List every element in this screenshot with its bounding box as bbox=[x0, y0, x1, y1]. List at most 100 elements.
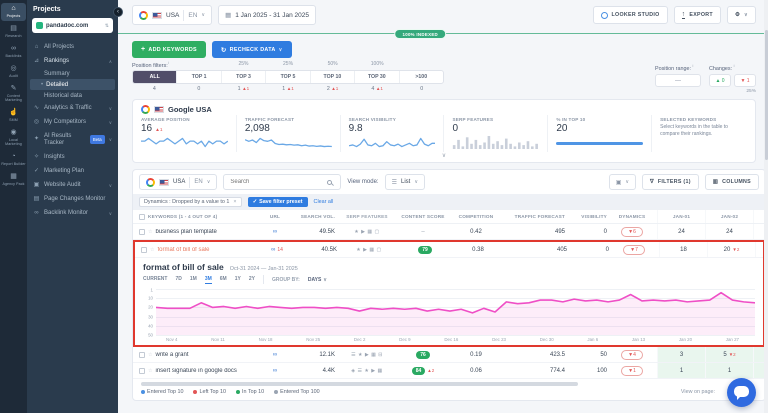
keyword-link[interactable]: insert signature in google docs bbox=[155, 368, 236, 374]
tab-7d[interactable]: 7D bbox=[175, 276, 181, 283]
dynamics-header[interactable]: DYNAMICS bbox=[607, 214, 657, 219]
url-link-icon[interactable]: ∞ bbox=[273, 352, 277, 358]
favorite-star-icon[interactable]: ☆ bbox=[148, 229, 152, 235]
tab-1m[interactable]: 1M bbox=[190, 276, 197, 283]
settings-button[interactable]: ⚙ ∨ bbox=[727, 6, 756, 24]
sidebar-item-summary[interactable]: Summary bbox=[27, 68, 118, 79]
add-keywords-button[interactable]: + ADD KEYWORDS bbox=[132, 41, 206, 58]
page-scrollbar[interactable] bbox=[764, 0, 768, 413]
filter-tab-top5[interactable]: TOP 5 bbox=[266, 71, 310, 83]
tab-2y[interactable]: 2Y bbox=[249, 276, 255, 283]
filter-tab-top3[interactable]: TOP 3 bbox=[222, 71, 266, 83]
dynamics-badge[interactable]: ▼7 bbox=[623, 245, 645, 255]
date-range-picker[interactable]: ▦ 1 Jan 2025 - 31 Jan 2025 bbox=[218, 5, 316, 25]
keyword-link[interactable]: format of bill of sale bbox=[157, 247, 209, 253]
visibility-header[interactable]: VISIBILITY bbox=[565, 214, 607, 219]
keywords-header[interactable]: KEYWORDS (1 - 4 OUT OF 4) bbox=[148, 214, 217, 219]
view-mode-selector[interactable]: ☰ List ∨ bbox=[385, 174, 425, 190]
rail-item-research[interactable]: ▤Research bbox=[1, 23, 26, 41]
traffic-forecast-header[interactable]: TRAFFIC FORECAST bbox=[505, 214, 565, 219]
url-link-icon[interactable]: ∞ bbox=[273, 229, 277, 235]
filters-button[interactable]: ∇ FILTERS (1) bbox=[642, 174, 699, 190]
keyword-link[interactable]: write a grant bbox=[155, 352, 188, 358]
recheck-data-button[interactable]: ↻ RECHECK DATA ∨ bbox=[212, 41, 292, 58]
save-filter-preset-button[interactable]: ✓ Save filter preset bbox=[248, 197, 308, 207]
keyword-link[interactable]: business plan template bbox=[155, 229, 216, 235]
sidebar-item-historical-data[interactable]: Historical data bbox=[27, 90, 118, 101]
content-score-badge[interactable]: 79 bbox=[418, 246, 432, 254]
select-all-checkbox[interactable] bbox=[139, 214, 145, 220]
copy-table-button[interactable]: ▣ ∨ bbox=[609, 174, 636, 190]
dynamics-badge[interactable]: ▼1 bbox=[621, 366, 643, 376]
search-engine-selector[interactable]: USA EN ∨ bbox=[132, 5, 212, 25]
rail-item-projects[interactable]: ⌂Projects bbox=[1, 3, 26, 21]
url-link-icon[interactable]: ∞ bbox=[273, 368, 277, 374]
filter-tab-top30[interactable]: TOP 30 bbox=[355, 71, 399, 83]
rail-item-backlinks[interactable]: ∞Backlinks bbox=[1, 43, 26, 61]
filter-tab-all[interactable]: ALL bbox=[133, 71, 177, 83]
changes-up-filter[interactable]: ▲ 0 bbox=[709, 74, 731, 87]
serp-features-header[interactable]: SERP FEATURES bbox=[335, 214, 399, 219]
project-selector[interactable]: pandadoc.com ⇅ bbox=[32, 18, 113, 33]
favorite-star-icon[interactable]: ☆ bbox=[148, 368, 152, 374]
export-button[interactable]: ↑ EXPORT bbox=[674, 6, 721, 24]
row-checkbox[interactable] bbox=[139, 368, 145, 374]
sidebar-item-all-projects[interactable]: ⌂All Projects bbox=[27, 40, 118, 54]
changes-down-filter[interactable]: ▼ 1 bbox=[734, 74, 756, 87]
rail-item-report-builder[interactable]: ◔Report Builder bbox=[1, 151, 26, 169]
tab-6m[interactable]: 6M bbox=[220, 276, 227, 283]
looker-studio-button[interactable]: LOOKER STUDIO bbox=[593, 6, 668, 24]
page-scrollbar-thumb[interactable] bbox=[765, 30, 768, 160]
sidebar-item-marketing-plan[interactable]: ✓Marketing Plan bbox=[27, 164, 118, 178]
row-checkbox[interactable] bbox=[139, 229, 145, 235]
close-icon[interactable]: × bbox=[233, 199, 236, 205]
tab-3m[interactable]: 3M bbox=[205, 276, 212, 284]
clear-all-link[interactable]: Clear all bbox=[314, 199, 334, 205]
rail-item-content-marketing[interactable]: ✎Content Marketing bbox=[1, 83, 26, 105]
sidebar-item-insights[interactable]: ✧Insights bbox=[27, 150, 118, 164]
chat-bubble[interactable] bbox=[727, 378, 756, 407]
filter-tab-top1[interactable]: TOP 1 bbox=[177, 71, 221, 83]
sidebar-item-detailed[interactable]: •Detailed bbox=[30, 79, 115, 90]
day-header[interactable]: JAN-01 bbox=[657, 210, 705, 223]
sidebar-item-my-competitors[interactable]: ◎My Competitors∨ bbox=[27, 115, 118, 129]
day-header[interactable]: JAN-02 bbox=[705, 210, 753, 223]
content-score-badge[interactable]: 76 bbox=[416, 351, 430, 359]
url-header[interactable]: URL bbox=[257, 214, 293, 219]
sidebar-item-page-changes-monitor[interactable]: ▤Page Changes Monitor bbox=[27, 192, 118, 206]
row-checkbox[interactable] bbox=[139, 352, 145, 358]
row-checkbox[interactable] bbox=[141, 247, 147, 253]
tab-current[interactable]: CURRENT bbox=[143, 276, 167, 283]
dynamics-badge[interactable]: ▼6 bbox=[621, 227, 643, 237]
search-vol-header[interactable]: SEARCH VOL. bbox=[293, 214, 335, 219]
content-score-badge[interactable]: 84 bbox=[412, 367, 426, 375]
sidebar-item-rankings[interactable]: ⊿Rankings∧ bbox=[27, 54, 118, 68]
columns-button[interactable]: ▥ COLUMNS bbox=[705, 174, 759, 190]
project-logo bbox=[36, 22, 43, 29]
position-range-input[interactable]: — bbox=[655, 74, 701, 87]
sidebar-item-backlink-monitor[interactable]: ∞Backlink Monitor∨ bbox=[27, 206, 118, 220]
rail-item-local-marketing[interactable]: ◉Local Marketing bbox=[1, 127, 26, 149]
dynamics-filter-chip[interactable]: Dynamics : Dropped by a value to 1 × bbox=[139, 197, 242, 207]
sidebar-collapse-button[interactable]: ‹ bbox=[113, 7, 123, 17]
sidebar-item-website-audit[interactable]: ▣Website Audit∨ bbox=[27, 178, 118, 192]
overview-collapse-chevron[interactable]: ∨ bbox=[133, 153, 755, 162]
rail-item-smm[interactable]: ☝SMM bbox=[1, 107, 26, 125]
url-link-icon[interactable]: ∞ bbox=[271, 247, 275, 253]
rail-item-agency-pack[interactable]: ▦Agency Pack bbox=[1, 171, 26, 189]
table-engine-selector[interactable]: USA EN ∨ bbox=[139, 174, 217, 190]
competition-header[interactable]: COMPETITION bbox=[447, 214, 505, 219]
group-by-selector[interactable]: DAYS∨ bbox=[308, 277, 327, 283]
dynamics-badge[interactable]: ▼4 bbox=[621, 350, 643, 360]
sidebar-item-analytics-traffic[interactable]: ∿Analytics & Traffic∨ bbox=[27, 101, 118, 115]
filter-tab-top10[interactable]: TOP 10 bbox=[311, 71, 355, 83]
favorite-star-icon[interactable]: ☆ bbox=[150, 247, 154, 253]
scrollbar-thumb[interactable] bbox=[141, 382, 578, 386]
content-score-header[interactable]: CONTENT SCORE bbox=[399, 214, 447, 219]
tab-1y[interactable]: 1Y bbox=[235, 276, 241, 283]
sidebar-item-ai-results-tracker[interactable]: ✦AI Results TrackerBeta∨ bbox=[27, 129, 118, 150]
favorite-star-icon[interactable]: ☆ bbox=[148, 352, 152, 358]
filter-tab-over100[interactable]: >100 bbox=[400, 71, 443, 83]
rail-item-audit[interactable]: ◎Audit bbox=[1, 63, 26, 81]
search-input[interactable] bbox=[230, 179, 323, 185]
